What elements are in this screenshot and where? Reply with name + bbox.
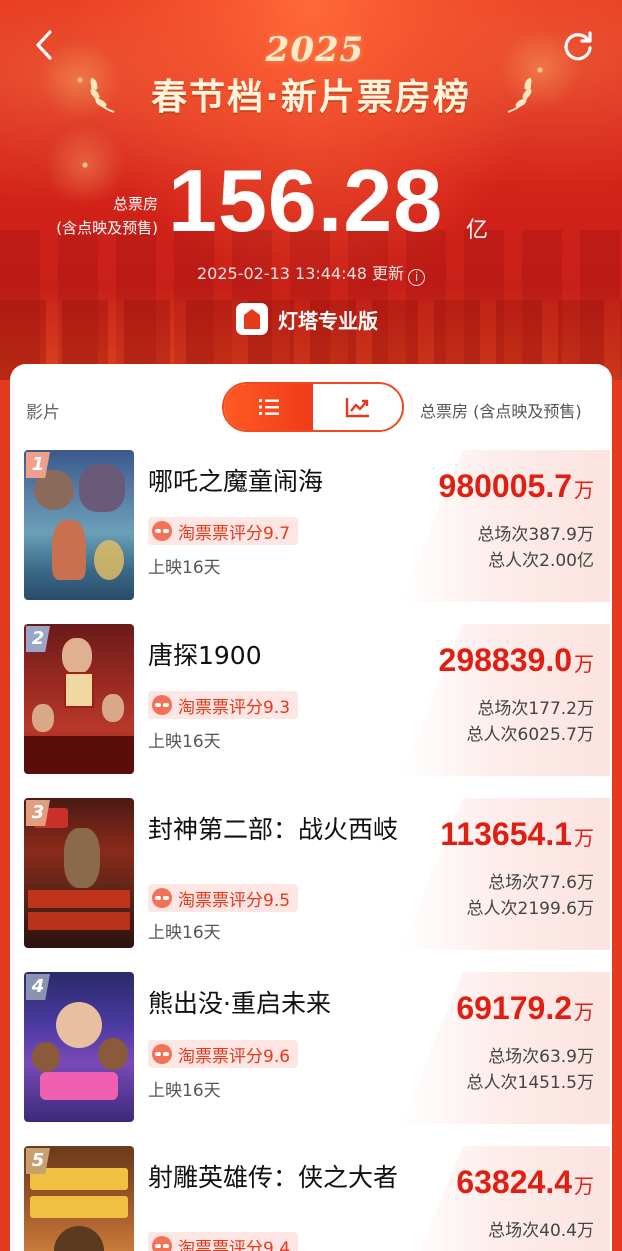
total-shows: 总场次77.6万 xyxy=(488,873,594,893)
total-box-office-label: 总票房 (含点映及预售) xyxy=(30,192,158,240)
film-title: 封神第二部：战火西岐 xyxy=(148,815,399,844)
total-box-office-value: 156.28 xyxy=(168,151,444,250)
list-view-button[interactable] xyxy=(224,384,313,430)
refresh-button[interactable] xyxy=(560,28,596,64)
dengta-logo-icon xyxy=(236,303,268,335)
rating-badge: 淘票票评分9.6 xyxy=(148,1040,299,1068)
film-row[interactable]: 5 射雕英雄传：侠之大者 淘票票评分9.4 63824.4 万 总场次40.4万 xyxy=(24,1146,610,1251)
total-shows: 总场次177.2万 xyxy=(477,699,594,719)
box-office-value: 63824.4 万 xyxy=(456,1164,594,1201)
film-row[interactable]: 2 唐探1900 淘票票评分9.3 上映16天 298839.0 万 总场次177… xyxy=(24,624,610,776)
total-shows: 总场次40.4万 xyxy=(488,1221,594,1241)
box-office-unit: 万 xyxy=(574,654,594,676)
box-office-value: 298839.0 万 xyxy=(439,642,594,679)
trend-chart-icon xyxy=(345,398,369,418)
box-office-number: 113654.1 xyxy=(440,816,572,852)
film-title: 唐探1900 xyxy=(148,641,262,670)
film-title: 哪吒之魔童闹海 xyxy=(148,467,324,496)
brand-name: 灯塔专业版 xyxy=(278,308,378,333)
box-office-unit: 万 xyxy=(574,1002,594,1024)
taopiaopiao-icon xyxy=(152,521,172,541)
total-admissions: 总人次1451.5万 xyxy=(466,1073,594,1093)
rating-text: 淘票票评分9.6 xyxy=(178,1046,291,1067)
taopiaopiao-icon xyxy=(152,888,172,908)
column-header-box-office: 总票房 (含点映及预售) xyxy=(420,402,582,421)
chevron-left-icon xyxy=(36,30,52,60)
back-button[interactable] xyxy=(30,28,64,62)
rating-text: 淘票票评分9.4 xyxy=(178,1238,291,1251)
update-time-row: 2025-02-13 13:44:48 更新 i xyxy=(0,260,622,286)
refresh-icon xyxy=(564,31,592,61)
total-label-line1: 总票房 xyxy=(112,195,158,213)
days-released: 上映16天 xyxy=(148,1081,221,1101)
total-admissions: 总人次2.00亿 xyxy=(488,551,594,571)
box-office-number: 298839.0 xyxy=(438,642,572,678)
list-icon xyxy=(258,399,279,415)
box-office-number: 63824.4 xyxy=(456,1164,572,1200)
film-title: 熊出没·重启未来 xyxy=(148,989,331,1018)
box-office-value: 113654.1 万 xyxy=(440,816,594,853)
box-office-unit: 万 xyxy=(574,828,594,850)
taopiaopiao-icon xyxy=(152,1044,172,1064)
rating-badge: 淘票票评分9.5 xyxy=(148,884,299,912)
film-row[interactable]: 3 封神第二部：战火西岐 淘票票评分9.5 上映16天 113654.1 万 总场… xyxy=(24,798,610,950)
brand-badge: 灯塔专业版 xyxy=(236,302,378,336)
total-shows: 总场次63.9万 xyxy=(488,1047,594,1067)
box-office-value: 980005.7 万 xyxy=(439,468,594,505)
rating-badge: 淘票票评分9.7 xyxy=(148,517,299,545)
box-office-value: 69179.2 万 xyxy=(456,990,594,1027)
rating-badge: 淘票票评分9.3 xyxy=(148,691,299,719)
ranking-card: 影片 总票房 (含点映及预售) 1 哪吒之魔童闹海 淘票票评分9.7 上映16天… xyxy=(10,364,612,1251)
total-box-office-unit: 亿 xyxy=(466,218,489,243)
box-office-unit: 万 xyxy=(574,480,594,502)
rating-text: 淘票票评分9.5 xyxy=(178,890,291,911)
rating-text: 淘票票评分9.7 xyxy=(178,523,291,544)
update-time: 2025-02-13 13:44:48 更新 xyxy=(196,264,405,283)
film-row[interactable]: 1 哪吒之魔童闹海 淘票票评分9.7 上映16天 980005.7 万 总场次38… xyxy=(24,450,610,602)
chart-view-button[interactable] xyxy=(313,384,402,430)
box-office-unit: 万 xyxy=(574,1176,594,1198)
total-shows: 总场次387.9万 xyxy=(477,525,594,545)
total-admissions: 总人次2199.6万 xyxy=(466,899,594,919)
days-released: 上映16天 xyxy=(148,732,221,752)
box-office-number: 980005.7 xyxy=(438,468,572,504)
year-badge: 2025 xyxy=(265,30,365,70)
film-row[interactable]: 4 熊出没·重启未来 淘票票评分9.6 上映16天 69179.2 万 总场次63… xyxy=(24,972,610,1124)
days-released: 上映16天 xyxy=(148,558,221,578)
view-toggle xyxy=(222,382,404,432)
film-title: 射雕英雄传：侠之大者 xyxy=(148,1163,399,1192)
rating-text: 淘票票评分9.3 xyxy=(178,697,291,718)
column-header-film: 影片 xyxy=(26,403,60,423)
total-admissions: 总人次6025.7万 xyxy=(466,725,594,745)
box-office-number: 69179.2 xyxy=(456,990,572,1026)
rating-badge: 淘票票评分9.4 xyxy=(148,1232,299,1251)
taopiaopiao-icon xyxy=(152,695,172,715)
days-released: 上映16天 xyxy=(148,923,221,943)
info-icon[interactable]: i xyxy=(408,269,426,286)
total-label-line2: (含点映及预售) xyxy=(56,219,158,237)
page-title: 春节档·新片票房榜 xyxy=(151,77,471,118)
taopiaopiao-icon xyxy=(152,1236,172,1251)
